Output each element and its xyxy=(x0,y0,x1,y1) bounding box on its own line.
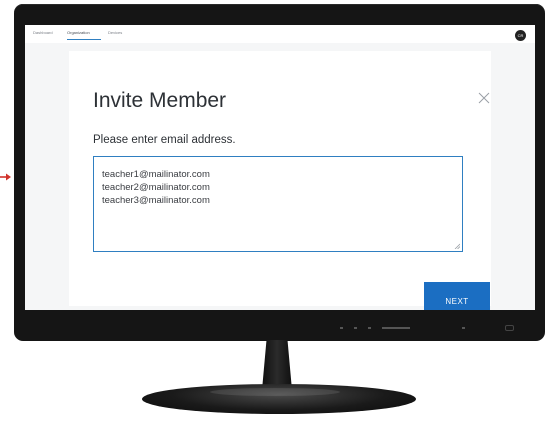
stand-base-highlight xyxy=(210,388,340,396)
tab-organization[interactable]: Organization xyxy=(67,30,90,35)
close-icon[interactable] xyxy=(477,91,491,105)
email-entry: teacher1@mailinator.com xyxy=(102,169,210,180)
monitor-controls xyxy=(340,325,540,333)
monitor-screen: Dashboard Organization Devices CR Invite… xyxy=(25,25,535,310)
dialog-title: Invite Member xyxy=(93,89,227,112)
invite-member-dialog: Invite Member Please enter email address… xyxy=(69,51,491,310)
email-addresses-field[interactable]: teacher1@mailinator.com teacher2@mailina… xyxy=(93,156,463,252)
tab-dashboard[interactable]: Dashboard xyxy=(33,30,53,35)
control-button-mark xyxy=(368,327,371,329)
email-prompt-label: Please enter email address. xyxy=(93,134,236,146)
pointer-arrow-icon xyxy=(0,173,11,181)
control-button-mark xyxy=(462,327,465,329)
control-button-mark xyxy=(340,327,343,329)
resize-handle-icon[interactable] xyxy=(454,243,460,249)
top-navigation: Dashboard Organization Devices CR xyxy=(25,25,535,43)
next-button[interactable]: NEXT xyxy=(424,282,490,310)
monitor-stand-neck xyxy=(262,340,292,390)
control-button-mark xyxy=(354,327,357,329)
email-entry: teacher3@mailinator.com xyxy=(102,195,210,206)
email-entry: teacher2@mailinator.com xyxy=(102,182,210,193)
active-tab-indicator xyxy=(67,39,101,40)
control-button-mark xyxy=(382,327,410,329)
avatar[interactable]: CR xyxy=(515,30,526,41)
tab-devices[interactable]: Devices xyxy=(108,30,122,35)
power-button-icon xyxy=(505,325,514,331)
